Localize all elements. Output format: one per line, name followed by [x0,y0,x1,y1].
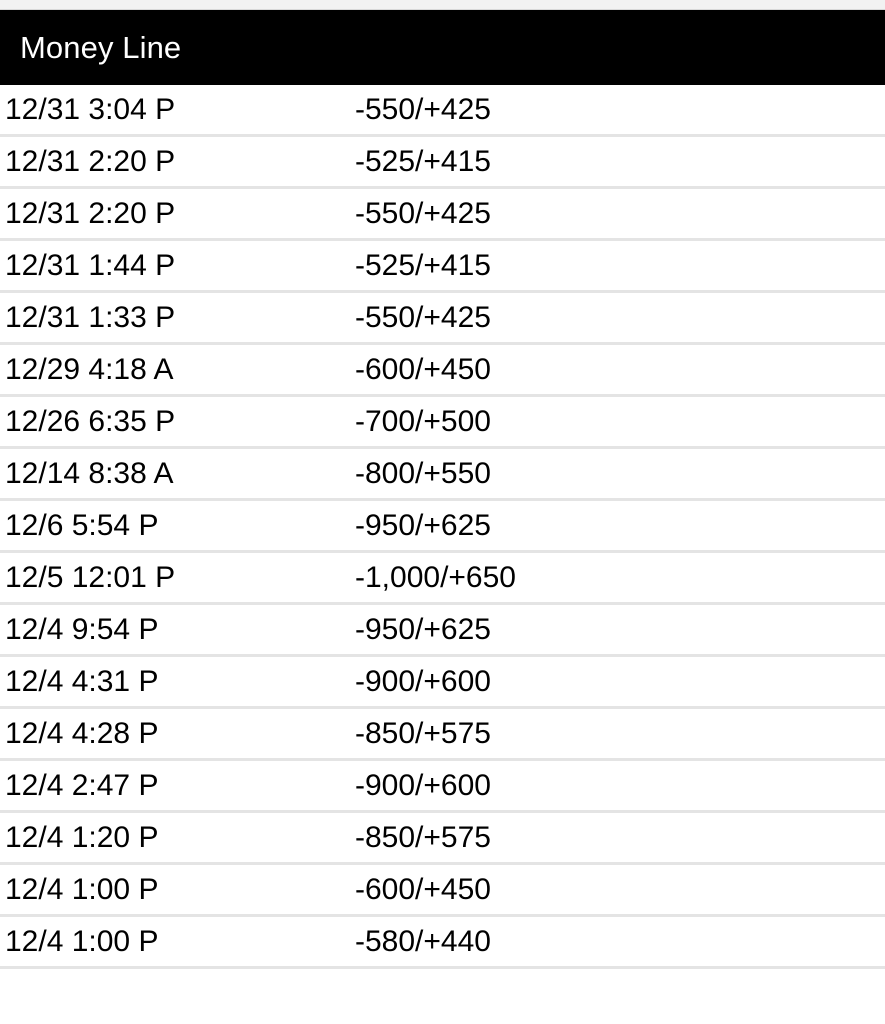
table-row[interactable]: 12/31 1:33 P -550/+425 [0,293,885,345]
table-row[interactable]: 12/4 2:47 P -900/+600 [0,761,885,813]
table-row[interactable]: 12/4 1:20 P -850/+575 [0,813,885,865]
top-strip [0,0,885,10]
section-header-money-line: Money Line [0,10,885,85]
table-row[interactable]: 12/14 8:38 A -800/+550 [0,449,885,501]
cell-money-line-odds: -600/+450 [355,872,491,906]
table-row[interactable]: 12/31 2:20 P -550/+425 [0,189,885,241]
section-header-title: Money Line [20,30,182,65]
table-row[interactable]: 12/6 5:54 P -950/+625 [0,501,885,553]
cell-money-line-odds: -550/+425 [355,92,491,126]
cell-datetime: 12/26 6:35 P [5,404,176,438]
cell-money-line-odds: -550/+425 [355,196,491,230]
cell-money-line-odds: -1,000/+650 [355,560,516,594]
table-row[interactable]: 12/31 1:44 P -525/+415 [0,241,885,293]
cell-money-line-odds: -850/+575 [355,820,491,854]
cell-money-line-odds: -950/+625 [355,612,491,646]
cell-datetime: 12/4 1:00 P [5,924,159,958]
cell-money-line-odds: -580/+440 [355,924,491,958]
cell-money-line-odds: -700/+500 [355,404,491,438]
table-row[interactable]: 12/5 12:01 P -1,000/+650 [0,553,885,605]
cell-money-line-odds: -800/+550 [355,456,491,490]
table-row[interactable]: 12/4 4:28 P -850/+575 [0,709,885,761]
cell-datetime: 12/31 3:04 P [5,92,176,126]
table-row[interactable]: 12/29 4:18 A -600/+450 [0,345,885,397]
cell-datetime: 12/29 4:18 A [5,352,174,386]
cell-datetime: 12/31 2:20 P [5,144,176,178]
cell-datetime: 12/4 4:31 P [5,664,159,698]
table-row[interactable]: 12/26 6:35 P -700/+500 [0,397,885,449]
odds-history-list[interactable]: 12/31 3:04 P -550/+425 12/31 2:20 P -525/+4… [0,85,885,969]
cell-money-line-odds: -600/+450 [355,352,491,386]
cell-money-line-odds: -900/+600 [355,768,491,802]
table-row[interactable]: 12/31 2:20 P -525/+415 [0,137,885,189]
table-row[interactable]: 12/4 9:54 P -950/+625 [0,605,885,657]
cell-datetime: 12/6 5:54 P [5,508,159,542]
cell-datetime: 12/31 1:33 P [5,300,176,334]
cell-money-line-odds: -550/+425 [355,300,491,334]
table-row[interactable]: 12/31 3:04 P -550/+425 [0,85,885,137]
table-row[interactable]: 12/4 4:31 P -900/+600 [0,657,885,709]
cell-money-line-odds: -850/+575 [355,716,491,750]
cell-money-line-odds: -525/+415 [355,248,491,282]
cell-datetime: 12/4 1:20 P [5,820,159,854]
cell-money-line-odds: -950/+625 [355,508,491,542]
cell-money-line-odds: -525/+415 [355,144,491,178]
table-row[interactable]: 12/4 1:00 P -600/+450 [0,865,885,917]
cell-money-line-odds: -900/+600 [355,664,491,698]
cell-datetime: 12/4 4:28 P [5,716,159,750]
cell-datetime: 12/4 2:47 P [5,768,159,802]
cell-datetime: 12/14 8:38 A [5,456,174,490]
cell-datetime: 12/4 9:54 P [5,612,159,646]
money-line-odds-history-screen: Money Line 12/31 3:04 P -550/+425 12/31 2:… [0,0,885,1024]
cell-datetime: 12/4 1:00 P [5,872,159,906]
table-row[interactable]: 12/4 1:00 P -580/+440 [0,917,885,969]
cell-datetime: 12/31 1:44 P [5,248,176,282]
cell-datetime: 12/31 2:20 P [5,196,176,230]
cell-datetime: 12/5 12:01 P [5,560,176,594]
